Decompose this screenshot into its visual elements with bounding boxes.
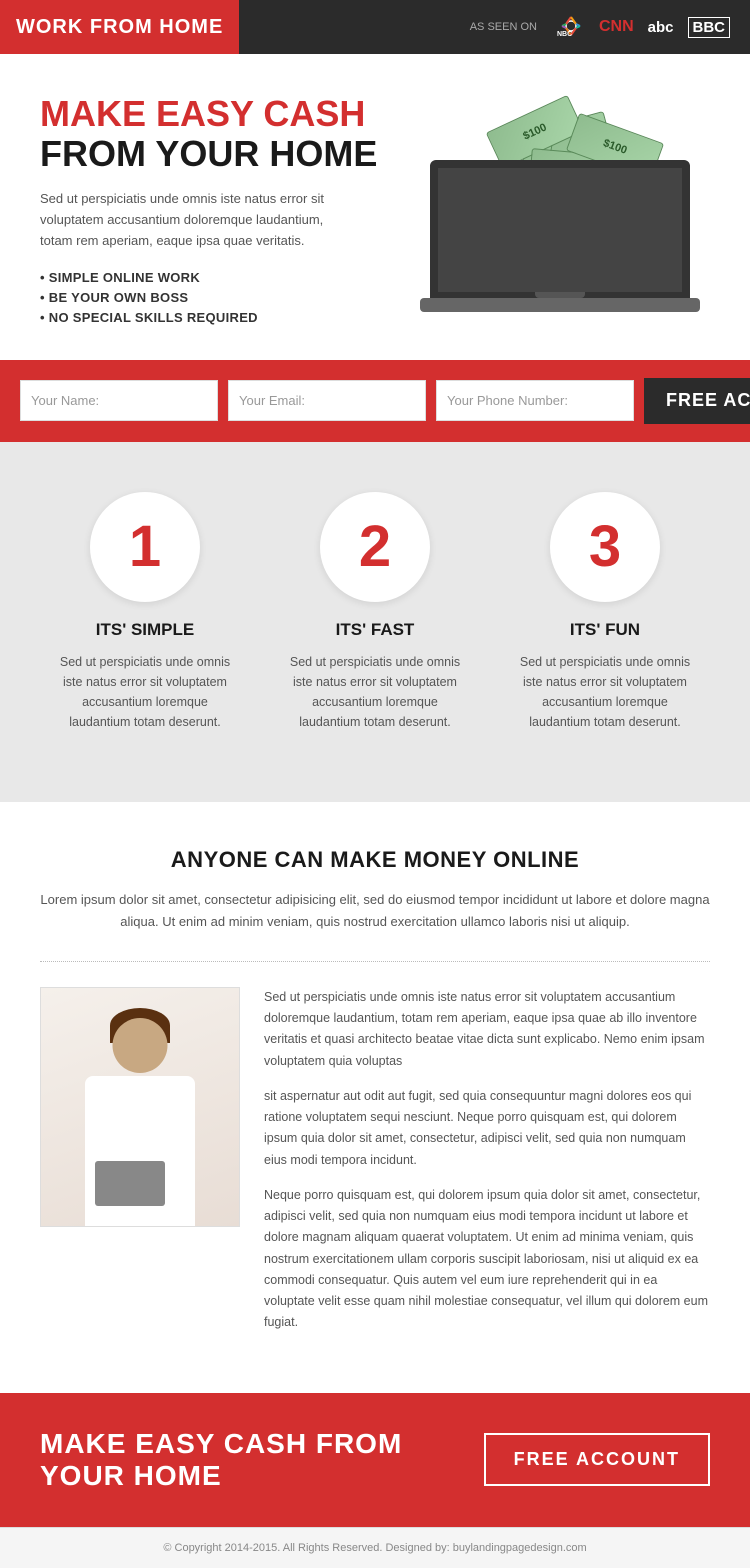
form-bar: FREE ACCOUNT bbox=[0, 360, 750, 442]
step-2: 2 ITS' FAST Sed ut perspiciatis unde omn… bbox=[260, 492, 490, 732]
steps-section: 1 ITS' SIMPLE Sed ut perspiciatis unde o… bbox=[0, 442, 750, 802]
footer-text: © Copyright 2014-2015. All Rights Reserv… bbox=[14, 1542, 736, 1554]
step-2-title: ITS' FAST bbox=[336, 620, 415, 640]
step-1-title: ITS' SIMPLE bbox=[96, 620, 195, 640]
anyone-intro: Lorem ipsum dolor sit amet, consectetur … bbox=[40, 889, 710, 933]
cta-footer-title: MAKE EASY CASH FROM YOUR HOME bbox=[40, 1428, 484, 1492]
svg-text:NBC: NBC bbox=[557, 31, 572, 37]
hero-image: $100 $100 $100 $100 $100 $100 bbox=[410, 112, 710, 312]
bullet-2: BE YOUR OWN BOSS bbox=[40, 290, 390, 305]
step-3-circle: 3 bbox=[550, 492, 660, 602]
step-1-circle: 1 bbox=[90, 492, 200, 602]
free-account-button[interactable]: FREE ACCOUNT bbox=[644, 378, 750, 424]
divider bbox=[40, 961, 710, 962]
anyone-section: ANYONE CAN MAKE MONEY ONLINE Lorem ipsum… bbox=[0, 802, 750, 1393]
hero-text: MAKE EASY CASH FROM YOUR HOME Sed ut per… bbox=[40, 94, 390, 330]
anyone-content: Sed ut perspiciatis unde omnis iste natu… bbox=[40, 987, 710, 1348]
anyone-para-2: sit aspernatur aut odit aut fugit, sed q… bbox=[264, 1086, 710, 1171]
nbc-logo: NBC bbox=[557, 15, 585, 40]
hero-description: Sed ut perspiciatis unde omnis iste natu… bbox=[40, 189, 350, 251]
step-1-desc: Sed ut perspiciatis unde omnis iste natu… bbox=[50, 652, 240, 732]
cta-footer: MAKE EASY CASH FROM YOUR HOME FREE ACCOU… bbox=[0, 1393, 750, 1527]
step-3-desc: Sed ut perspiciatis unde omnis iste natu… bbox=[510, 652, 700, 732]
step-3-number: 3 bbox=[589, 518, 621, 576]
hero-bullets: SIMPLE ONLINE WORK BE YOUR OWN BOSS NO S… bbox=[40, 270, 390, 325]
bullet-1: SIMPLE ONLINE WORK bbox=[40, 270, 390, 285]
step-1-number: 1 bbox=[129, 518, 161, 576]
step-2-desc: Sed ut perspiciatis unde omnis iste natu… bbox=[280, 652, 470, 732]
header: WORK FROM HOME AS SEEN ON NBC CNN abc BB… bbox=[0, 0, 750, 54]
steps-row: 1 ITS' SIMPLE Sed ut perspiciatis unde o… bbox=[30, 492, 720, 732]
step-2-circle: 2 bbox=[320, 492, 430, 602]
anyone-para-1: Sed ut perspiciatis unde omnis iste natu… bbox=[264, 987, 710, 1072]
name-input[interactable] bbox=[20, 380, 218, 421]
anyone-text: Sed ut perspiciatis unde omnis iste natu… bbox=[264, 987, 710, 1348]
hero-section: MAKE EASY CASH FROM YOUR HOME Sed ut per… bbox=[0, 54, 750, 360]
cnn-logo: CNN bbox=[599, 18, 634, 36]
step-3-title: ITS' FUN bbox=[570, 620, 640, 640]
bullet-3: NO SPECIAL SKILLS REQUIRED bbox=[40, 310, 390, 325]
phone-input[interactable] bbox=[436, 380, 634, 421]
site-logo: WORK FROM HOME bbox=[0, 0, 239, 54]
anyone-heading: ANYONE CAN MAKE MONEY ONLINE bbox=[40, 847, 710, 873]
hero-title-black: FROM YOUR HOME bbox=[40, 134, 390, 174]
page-footer: © Copyright 2014-2015. All Rights Reserv… bbox=[0, 1527, 750, 1568]
email-input[interactable] bbox=[228, 380, 426, 421]
anyone-image-box bbox=[40, 987, 240, 1348]
abc-logo: abc bbox=[648, 19, 674, 36]
as-seen-label: AS SEEN ON bbox=[470, 21, 537, 33]
hero-title-red: MAKE EASY CASH bbox=[40, 94, 390, 134]
bbc-logo: BBC bbox=[688, 17, 731, 38]
person-image bbox=[40, 987, 240, 1227]
anyone-para-3: Neque porro quisquam est, qui dolorem ip… bbox=[264, 1185, 710, 1334]
step-3: 3 ITS' FUN Sed ut perspiciatis unde omni… bbox=[490, 492, 720, 732]
step-2-number: 2 bbox=[359, 518, 391, 576]
cta-free-account-button[interactable]: FREE ACCOUNT bbox=[484, 1433, 710, 1486]
as-seen-on: AS SEEN ON NBC CNN abc BBC bbox=[470, 15, 750, 40]
step-1: 1 ITS' SIMPLE Sed ut perspiciatis unde o… bbox=[30, 492, 260, 732]
